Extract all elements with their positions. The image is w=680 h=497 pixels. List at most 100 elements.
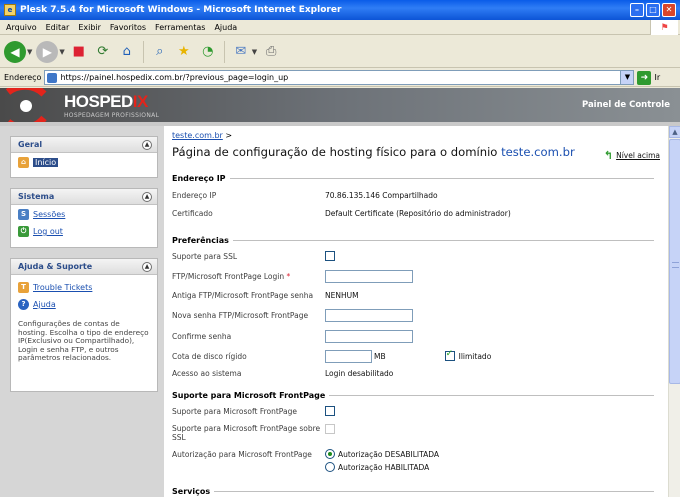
row-frontpage-ssl: Suporte para Microsoft FrontPage sobre S… (172, 423, 654, 443)
minimize-icon[interactable]: – (630, 3, 644, 17)
toolbar: ◀ ▼ ▶ ▼ ■ ⟳ ⌂ ⌕ ★ ◔ ✉ ▼ ⎙ (0, 36, 680, 68)
window-title: Plesk 7.5.4 for Microsoft Windows - Micr… (20, 5, 342, 15)
windows-flag-icon: ⚑ (650, 20, 678, 35)
collapse-icon[interactable]: ▲ (142, 140, 152, 150)
back-dropdown-icon[interactable]: ▼ (27, 48, 32, 56)
sidebar-box-geral: Geral ▲ ⌂ Início (10, 136, 158, 178)
home-icon[interactable]: ⌂ (117, 42, 137, 62)
go-arrow-icon[interactable]: ➜ (637, 70, 652, 85)
sidebar-item-label[interactable]: Início (33, 158, 59, 167)
header-banner: HOSPEDIX HOSPEDAGEM PROFISSIONAL Painel … (0, 88, 680, 126)
collapse-icon[interactable]: ▲ (142, 262, 152, 272)
sidebar: Geral ▲ ⌂ Início Sistema ▲ S Sessões ⏻ Log… (0, 126, 164, 497)
sidebar-item-label[interactable]: Ajuda (33, 300, 56, 309)
go-button-label[interactable]: Ir (654, 73, 660, 82)
page-content: HOSPEDIX HOSPEDAGEM PROFISSIONAL Painel … (0, 88, 680, 497)
control-panel-title: Painel de Controle (581, 100, 670, 110)
section-services-title: Serviços (172, 487, 654, 496)
confirm-password-input[interactable] (325, 329, 413, 343)
browser-window: e Plesk 7.5.4 for Microsoft Windows - Mi… (0, 0, 680, 497)
help-icon: ? (18, 299, 29, 310)
menu-favoritos[interactable]: Favoritos (110, 23, 146, 32)
brand-subtitle: HOSPEDAGEM PROFISSIONAL (64, 112, 160, 119)
row-ssl: Suporte para SSL (172, 248, 654, 264)
sidebar-item-trouble-tickets[interactable]: T Trouble Tickets (11, 275, 157, 295)
ssl-checkbox[interactable] (325, 251, 335, 261)
refresh-icon[interactable]: ⟳ (93, 42, 113, 62)
page-title: Página de configuração de hosting físico… (172, 145, 575, 159)
close-icon[interactable]: ✕ (662, 3, 676, 17)
page-icon (47, 72, 58, 83)
address-dropdown-icon[interactable]: ▼ (620, 71, 634, 84)
menu-ajuda[interactable]: Ajuda (214, 23, 237, 32)
logout-icon: ⏻ (18, 226, 29, 237)
history-icon[interactable]: ◔ (198, 42, 218, 62)
brand-name: HOSPEDIX (64, 92, 148, 111)
sidebar-item-label[interactable]: Trouble Tickets (33, 283, 92, 292)
mail-icon[interactable]: ✉ (231, 42, 251, 62)
sidebar-item-label[interactable]: Sessões (33, 210, 65, 219)
quota-unit: MB (374, 351, 386, 361)
maximize-icon[interactable]: □ (646, 3, 660, 17)
sidebar-item-logout[interactable]: ⏻ Log out (11, 222, 157, 239)
sidebar-box-title: Sistema ▲ (11, 189, 157, 205)
unlimited-checkbox[interactable] (444, 349, 455, 361)
address-url: https://painel.hospedix.com.br/?previous… (60, 73, 289, 82)
address-input[interactable]: https://painel.hospedix.com.br/?previous… (44, 70, 635, 85)
section-pref-title: Preferências (172, 236, 654, 245)
row-frontpage-auth-2: Autorização HABILITADA (172, 459, 654, 475)
sessions-icon: S (18, 209, 29, 220)
sidebar-item-label[interactable]: Log out (33, 227, 63, 236)
section-ip-title: Endereço IP (172, 174, 654, 183)
address-bar: Endereço https://painel.hospedix.com.br/… (0, 69, 680, 87)
vertical-scrollbar[interactable]: ▲ (668, 126, 680, 497)
scroll-thumb[interactable] (669, 139, 680, 384)
mail-dropdown-icon[interactable]: ▼ (252, 48, 257, 56)
scroll-up-icon[interactable]: ▲ (669, 126, 680, 138)
up-arrow-icon: ↰ (603, 149, 614, 162)
up-level-link[interactable]: ↰ Nível acima (604, 149, 660, 162)
required-marker: * (286, 271, 291, 281)
row-ftp-login: FTP/Microsoft FrontPage Login * (172, 268, 654, 284)
menu-editar[interactable]: Editar (46, 23, 70, 32)
auth-enabled-radio[interactable] (325, 462, 335, 472)
print-icon[interactable]: ⎙ (261, 42, 281, 62)
breadcrumb-link[interactable]: teste.com.br (172, 131, 223, 140)
ftp-login-input[interactable] (325, 269, 413, 283)
sidebar-box-title: Ajuda & Suporte ▲ (11, 259, 157, 275)
search-icon[interactable]: ⌕ (150, 42, 170, 62)
forward-dropdown-icon[interactable]: ▼ (59, 48, 64, 56)
row-confirm-password: Confirme senha (172, 328, 654, 344)
auth-disabled-radio[interactable] (325, 449, 335, 459)
frontpage-checkbox[interactable] (325, 406, 335, 416)
breadcrumb: teste.com.br > (172, 131, 233, 140)
disk-quota-input[interactable] (325, 349, 372, 363)
menu-arquivo[interactable]: Arquivo (6, 23, 37, 32)
row-system-access: Acesso ao sistema Login desabilitado (172, 368, 394, 378)
sidebar-item-sessoes[interactable]: S Sessões (11, 205, 157, 222)
stop-icon[interactable]: ■ (69, 42, 89, 62)
row-disk-quota: Cota de disco rígido MB Ilimitado (172, 348, 654, 364)
back-icon[interactable]: ◀ (4, 40, 26, 63)
row-new-password: Nova senha FTP/Microsoft FrontPage (172, 307, 654, 323)
menu-ferramentas[interactable]: Ferramentas (155, 23, 205, 32)
toolbar-separator (142, 40, 144, 63)
collapse-icon[interactable]: ▲ (142, 192, 152, 202)
favorites-star-icon[interactable]: ★ (174, 42, 194, 62)
sidebar-item-ajuda[interactable]: ? Ajuda (11, 295, 157, 312)
home-icon: ⌂ (18, 157, 29, 168)
address-label: Endereço (4, 73, 42, 82)
section-frontpage-title: Suporte para Microsoft FrontPage (172, 391, 654, 400)
hospedix-logo-icon (5, 88, 47, 126)
frontpage-ssl-checkbox[interactable] (325, 424, 335, 434)
ie-page-icon: e (4, 4, 16, 16)
sidebar-item-inicio[interactable]: ⌂ Início (11, 153, 157, 170)
help-description: Configurações de contas de hosting. Esco… (18, 319, 149, 363)
unlimited-label: Ilimitado (458, 351, 492, 361)
menu-bar: Arquivo Editar Exibir Favoritos Ferramen… (0, 20, 680, 35)
row-frontpage: Suporte para Microsoft FrontPage (172, 403, 654, 419)
new-password-input[interactable] (325, 308, 413, 322)
toolbar-separator (223, 40, 225, 63)
forward-icon[interactable]: ▶ (36, 40, 59, 63)
menu-exibir[interactable]: Exibir (78, 23, 101, 32)
